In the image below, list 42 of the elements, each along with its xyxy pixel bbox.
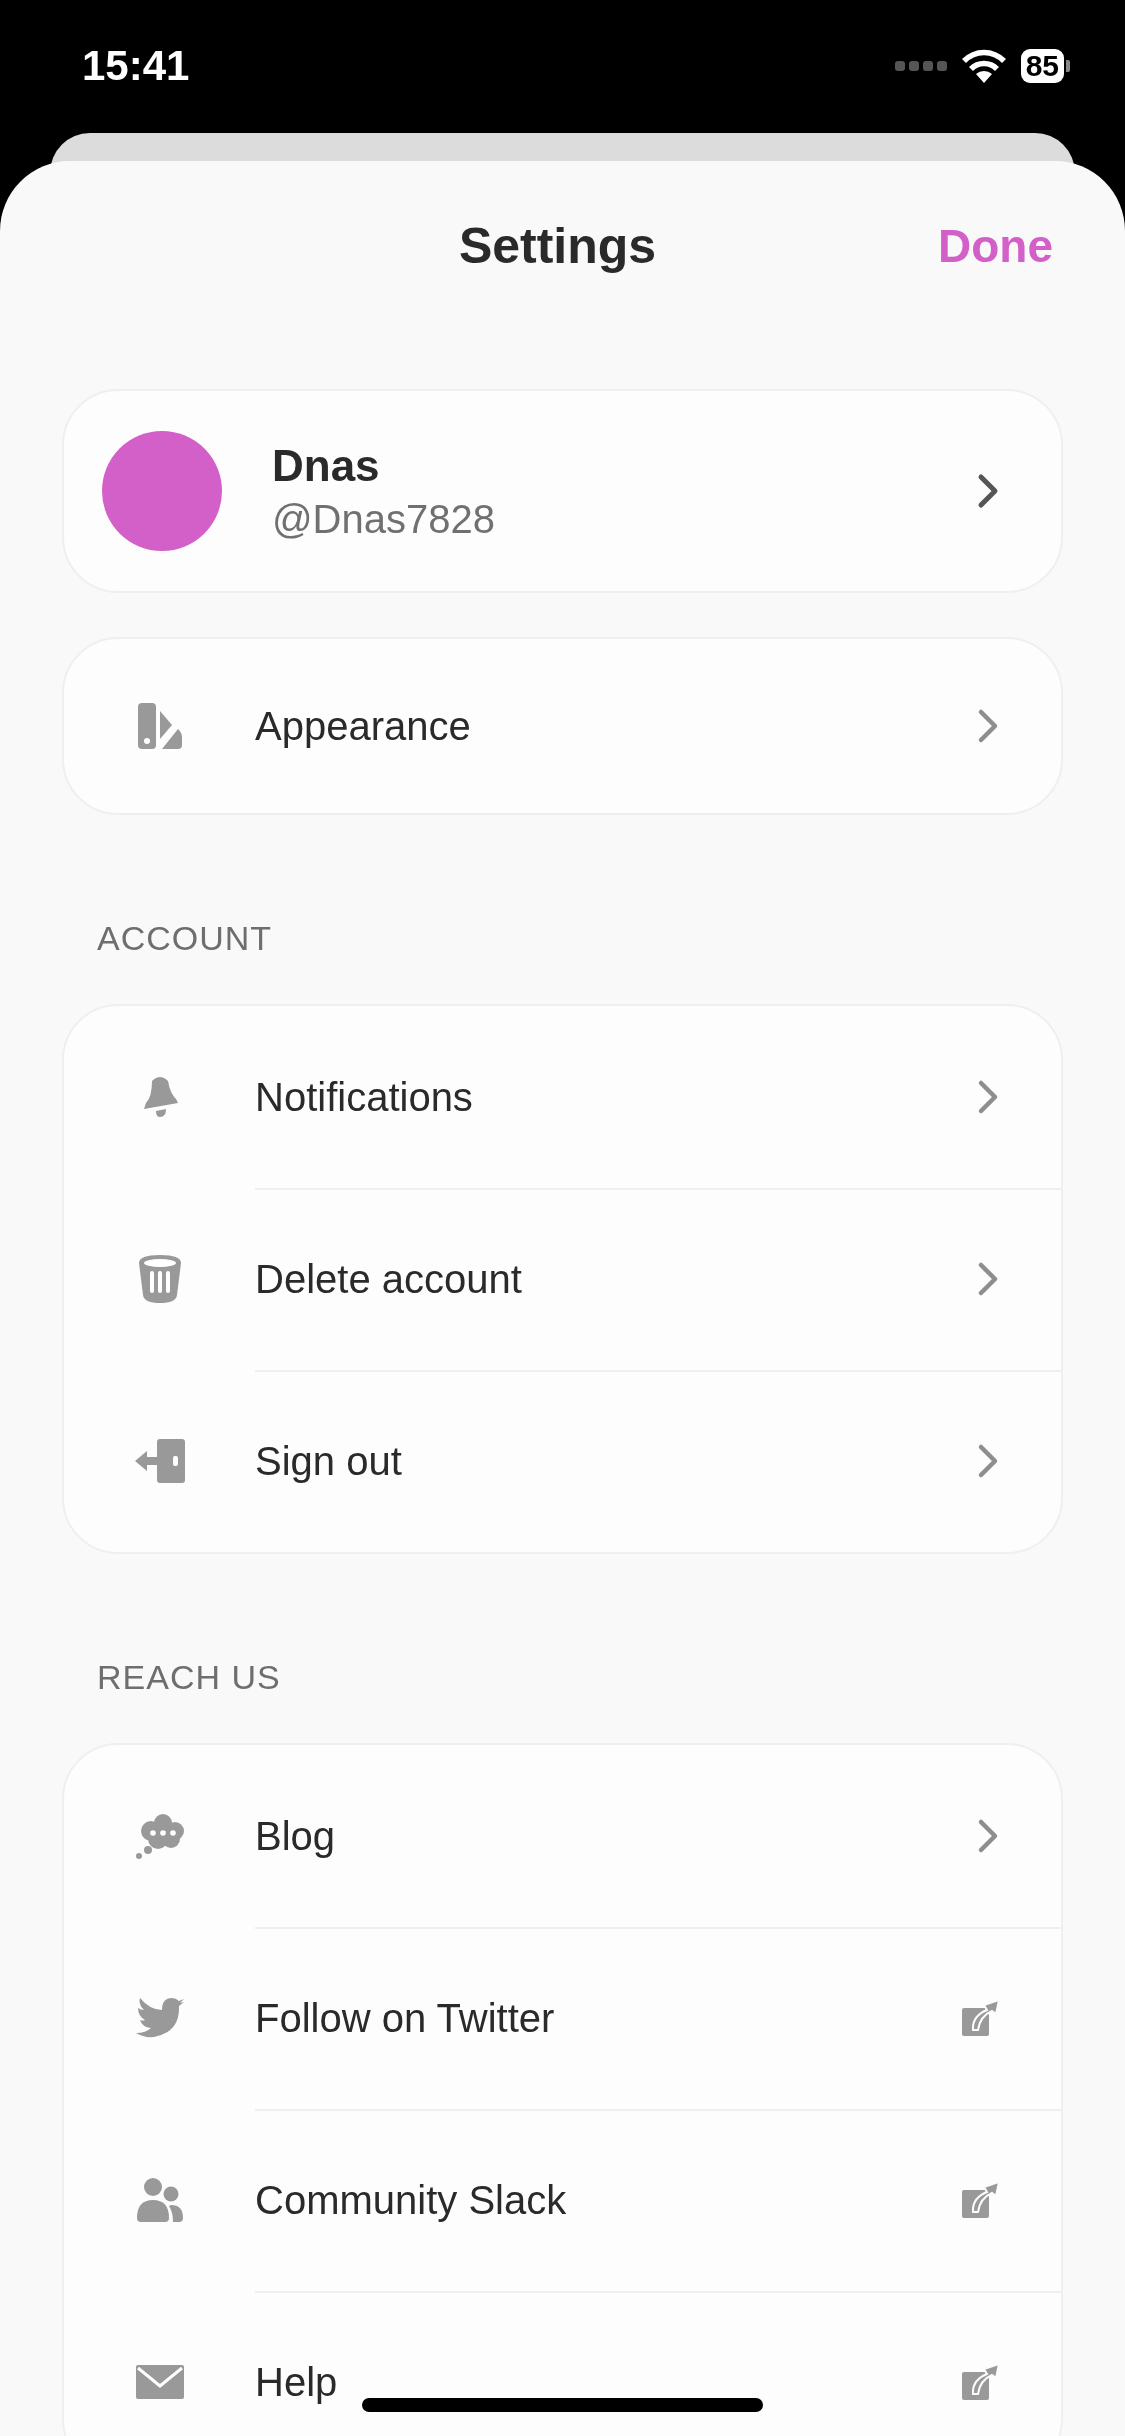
chevron-icon xyxy=(977,473,999,509)
settings-title: Settings xyxy=(458,217,657,275)
bell-icon xyxy=(141,1075,178,1119)
external-link-icon xyxy=(962,2364,999,2400)
settings-row[interactable]: Appearance xyxy=(64,639,1061,813)
settings-row[interactable]: Blog xyxy=(64,1745,1061,1927)
thought-bubble-icon xyxy=(135,1813,184,1859)
mail-icon xyxy=(135,2365,184,2399)
section-header: ACCOUNT xyxy=(97,919,274,958)
wifi-icon xyxy=(960,49,1007,83)
row-label: Follow on Twitter xyxy=(255,1995,556,2041)
settings-row[interactable]: Notifications xyxy=(64,1006,1061,1188)
row-label: Appearance xyxy=(255,703,472,749)
swatch-icon xyxy=(137,703,182,749)
row-label: Community Slack xyxy=(255,2177,568,2223)
settings-row[interactable]: Follow on Twitter xyxy=(64,1927,1061,2109)
signal-icon xyxy=(894,60,947,72)
chevron-icon xyxy=(977,1818,999,1854)
people-icon xyxy=(136,2178,183,2222)
row-label: Sign out xyxy=(255,1438,403,1484)
profile-name: Dnas xyxy=(272,440,381,491)
status-time: 15:41 xyxy=(82,42,190,90)
profile-handle: @Dnas7828 xyxy=(272,496,496,542)
row-label: Delete account xyxy=(255,1256,523,1302)
external-link-icon xyxy=(962,2000,999,2036)
settings-row[interactable]: Delete account xyxy=(64,1188,1061,1370)
chevron-icon xyxy=(977,708,999,744)
chevron-icon xyxy=(977,1443,999,1479)
settings-row[interactable]: Community Slack xyxy=(64,2109,1061,2291)
settings-row[interactable]: Help xyxy=(64,2291,1061,2436)
row-label: Notifications xyxy=(255,1074,474,1120)
row-label: Help xyxy=(255,2359,339,2405)
chevron-icon xyxy=(977,1079,999,1115)
settings-row[interactable]: Sign out xyxy=(64,1370,1061,1552)
section-header: REACH US xyxy=(97,1658,282,1697)
bird-icon xyxy=(135,1998,184,2038)
sign-out-icon xyxy=(134,1439,185,1483)
trash-icon xyxy=(138,1255,181,1303)
chevron-icon xyxy=(977,1261,999,1297)
profile-card[interactable]: Dnas @Dnas7828 xyxy=(62,389,1063,593)
external-link-icon xyxy=(962,2182,999,2218)
row-label: Blog xyxy=(255,1813,337,1859)
